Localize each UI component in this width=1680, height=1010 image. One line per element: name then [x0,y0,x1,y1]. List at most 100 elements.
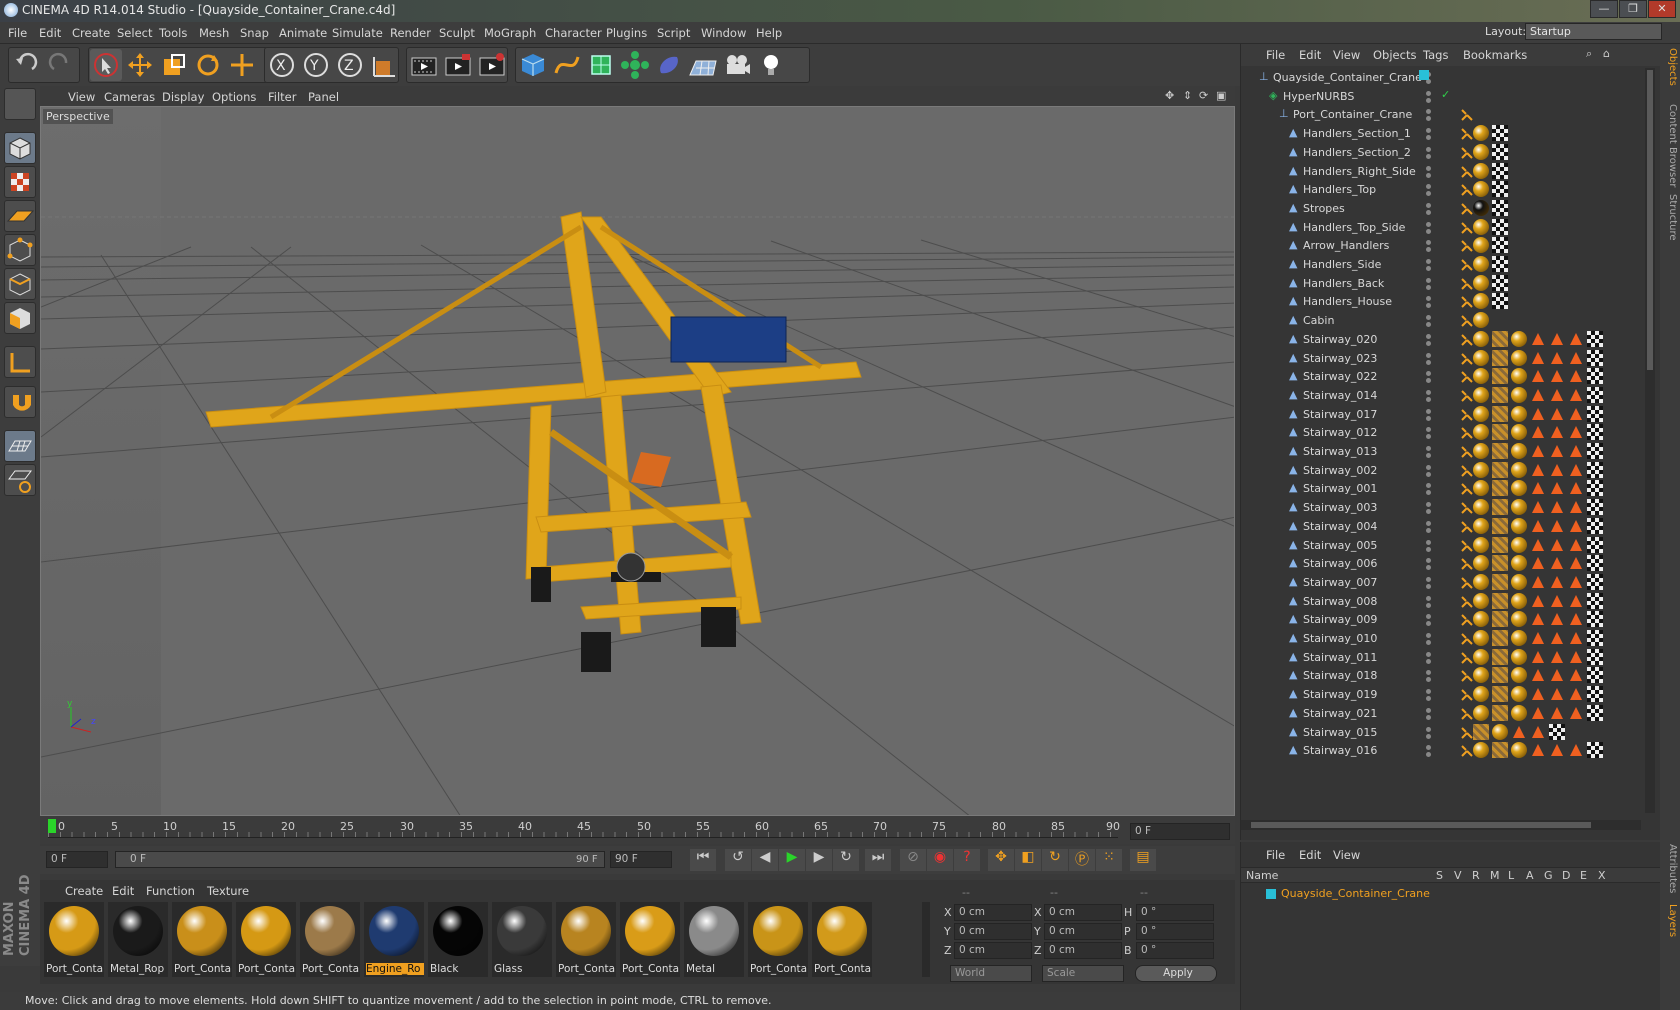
object-name[interactable]: Cabin [1303,314,1334,327]
render-visibility-dot[interactable] [1426,490,1431,496]
menu-animate[interactable]: Animate [279,26,327,40]
close-button[interactable]: ✕ [1648,0,1676,18]
object-name[interactable]: Stairway_005 [1303,539,1377,552]
coord-mode-select[interactable]: Scale [1042,965,1124,982]
vp-menu-filter[interactable]: Filter [268,90,296,104]
object-name[interactable]: Stairway_020 [1303,333,1377,346]
uvw-tag-icon[interactable] [1587,386,1603,403]
selection-tag-icon[interactable] [1549,480,1565,496]
object-row[interactable]: ▲ Stairway_013 [1241,442,1651,462]
mat-menu-texture[interactable]: Texture [207,884,249,898]
editor-visibility-dot[interactable] [1426,427,1431,433]
model-mode-icon[interactable] [4,132,36,164]
render-visibility-dot[interactable] [1426,415,1431,421]
render-visibility-dot[interactable] [1426,266,1431,271]
camera-icon[interactable] [721,49,753,81]
keyframe-selection-icon[interactable]: ? [954,849,980,871]
object-name[interactable]: Handlers_Top [1303,183,1376,196]
uvw-tag-icon[interactable] [1492,143,1508,160]
editor-visibility-dot[interactable] [1426,240,1431,246]
texture-tag-icon[interactable] [1492,648,1508,665]
uvw-tag-icon[interactable] [1492,162,1508,179]
selection-tag-icon[interactable] [1568,480,1584,496]
object-name[interactable]: Handlers_Section_2 [1303,146,1411,159]
render-visibility-dot[interactable] [1426,752,1431,758]
tweak-mode-icon[interactable] [4,386,36,418]
om-menu-bookmarks[interactable]: Bookmarks [1463,48,1527,62]
key-rotation-icon[interactable]: ↻ [1042,849,1068,871]
selection-tag-icon[interactable] [1549,518,1565,534]
menu-snap[interactable]: Snap [240,26,269,40]
end-frame-field[interactable]: 90 F [610,851,672,868]
object-name[interactable]: Stairway_022 [1303,370,1377,383]
array-icon[interactable] [619,49,651,81]
vp-rotate-icon[interactable]: ⟳ [1199,89,1208,102]
selection-tag-icon[interactable] [1549,667,1565,683]
menu-plugins[interactable]: Plugins [606,26,647,40]
render-visibility-dot[interactable] [1426,471,1431,477]
texture-tag-icon[interactable] [1492,555,1508,572]
play-icon[interactable]: ▶ [779,849,805,871]
coord-value-field[interactable]: 0 ° [1136,942,1214,959]
object-row[interactable]: ▲ Handlers_Section_1 [1241,124,1651,144]
selection-tag-icon[interactable] [1549,406,1565,422]
uvw-tag-icon[interactable] [1492,199,1508,216]
texture-tag-icon[interactable] [1492,667,1508,684]
object-row[interactable]: ▲ Arrow_Handlers [1241,236,1651,256]
layer-name[interactable]: Quayside_Container_Crane [1281,887,1430,900]
floor-icon[interactable] [687,49,719,81]
material-tag-icon[interactable] [1473,256,1489,272]
selection-tag-icon[interactable] [1549,331,1565,347]
polygons-mode-icon[interactable] [4,302,36,334]
menu-render[interactable]: Render [390,26,431,40]
render-visibility-dot[interactable] [1426,640,1431,645]
material-swatch[interactable]: Port_Conta [236,902,296,977]
material-tag-icon[interactable] [1511,592,1527,609]
selection-tag-icon[interactable] [1530,368,1546,384]
key-scale-icon[interactable]: ◧ [1015,849,1041,871]
selection-tag-icon[interactable] [1568,387,1584,403]
object-row[interactable]: ▲ Handlers_Section_2 [1241,143,1651,163]
render-visibility-dot[interactable] [1426,602,1431,608]
z-axis-icon[interactable]: Z [334,49,366,81]
coord-value-field[interactable]: 0 ° [1136,904,1214,921]
snap-grid-icon[interactable] [4,430,36,462]
om-menu-edit[interactable]: Edit [1299,48,1321,62]
auto-keying-icon[interactable]: ◉ [927,849,953,871]
render-visibility-dot[interactable] [1426,677,1431,683]
object-name[interactable]: Stairway_001 [1303,482,1377,495]
edges-mode-icon[interactable] [4,268,36,300]
object-name[interactable]: Stairway_008 [1303,595,1377,608]
axis-mode-icon[interactable] [4,346,36,378]
editor-visibility-dot[interactable] [1426,184,1431,190]
material-swatch[interactable]: Engine_Ro [364,902,424,977]
coord-value-field[interactable]: 0 cm [954,904,1032,921]
selection-tag-icon[interactable] [1530,462,1546,478]
om-menu-view[interactable]: View [1333,48,1360,62]
uvw-tag-icon[interactable] [1587,555,1603,572]
material-tag-icon[interactable] [1473,237,1489,254]
material-tag-icon[interactable] [1473,330,1489,347]
key-pla-icon[interactable]: ⁙ [1096,849,1122,871]
object-row[interactable]: ▲ Stropes [1241,199,1651,219]
coord-value-field[interactable]: 0 ° [1136,923,1214,940]
menu-mograph[interactable]: MoGraph [484,26,536,40]
material-tag-icon[interactable] [1473,143,1489,160]
object-row[interactable]: ▲ Stairway_018 [1241,666,1651,686]
render-visibility-dot[interactable] [1426,658,1431,664]
object-name[interactable]: Handlers_Right_Side [1303,165,1416,178]
texture-tag-icon[interactable] [1492,349,1508,366]
object-name[interactable]: Stairway_017 [1303,408,1377,421]
points-mode-icon[interactable] [4,234,36,266]
prev-frame-icon[interactable]: ◀ [752,849,778,871]
material-tag-icon[interactable] [1473,405,1489,422]
object-row[interactable]: ▲ Stairway_010 [1241,629,1651,649]
uvw-tag-icon[interactable] [1587,480,1603,497]
menu-window[interactable]: Window [701,26,746,40]
make-editable-icon[interactable] [4,88,36,120]
start-frame-field[interactable]: 0 F [46,851,108,868]
object-row[interactable]: ▲ Stairway_007 [1241,573,1651,593]
material-tag-icon[interactable] [1473,443,1489,459]
record-keys-icon[interactable]: ⊘ [900,849,926,871]
selection-tag-icon[interactable] [1530,387,1546,403]
